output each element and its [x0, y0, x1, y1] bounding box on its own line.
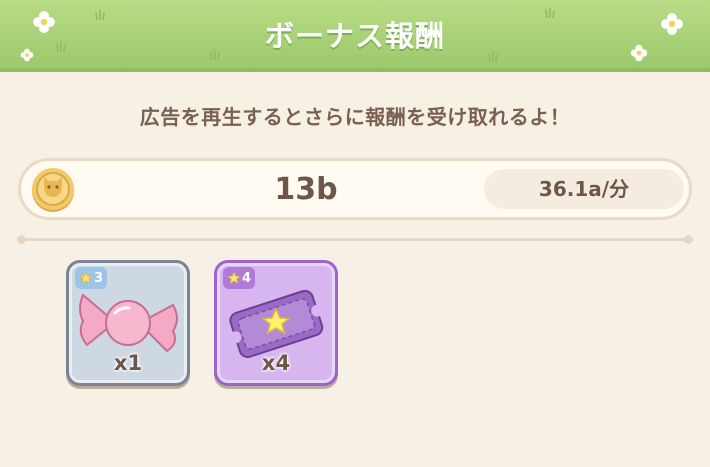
- currency-amount: 13b: [274, 172, 338, 207]
- page-title: ボーナス報酬: [264, 19, 445, 53]
- candy-icon: [79, 293, 178, 353]
- currency-bar: 13b 36.1a/分: [18, 158, 692, 220]
- ticket-icon: [229, 289, 324, 359]
- divider: [17, 235, 693, 244]
- reward-card-ticket[interactable]: 4 x4: [214, 260, 338, 386]
- cat-coin-icon: [32, 168, 74, 212]
- bonus-reward-screen: ボーナス報酬 広告を再生するとさらに報酬を受け取れるよ！ 13b 36.1a/分…: [0, 0, 710, 467]
- income-rate: 36.1a/分: [484, 169, 684, 209]
- reward-description: 広告を再生するとさらに報酬を受け取れるよ！: [139, 105, 571, 129]
- reward-count: x1: [113, 351, 143, 375]
- header-banner: ボーナス報酬: [0, 0, 710, 72]
- reward-count: x4: [261, 351, 291, 375]
- reward-card-candy[interactable]: 3 x1: [66, 260, 190, 386]
